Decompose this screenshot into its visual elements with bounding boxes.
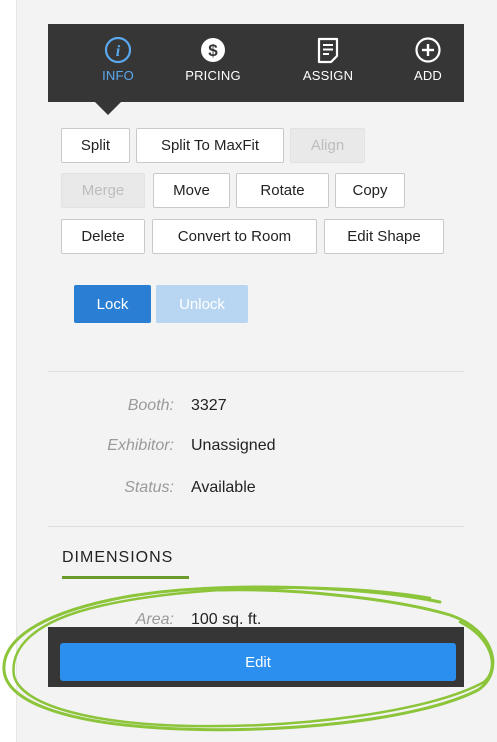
align-button[interactable]: Align bbox=[290, 128, 365, 163]
tab-label: ASSIGN bbox=[302, 68, 354, 83]
split-to-maxfit-button[interactable]: Split To MaxFit bbox=[136, 128, 284, 163]
booth-label: Booth: bbox=[127, 397, 174, 414]
status-value: Available bbox=[191, 479, 256, 496]
divider bbox=[48, 371, 464, 372]
active-tab-caret bbox=[95, 102, 121, 115]
dollar-icon: $ bbox=[199, 36, 227, 64]
tab-label: PRICING bbox=[185, 68, 241, 83]
booth-row: Booth: 3327 bbox=[60, 397, 440, 419]
copy-button[interactable]: Copy bbox=[335, 173, 405, 208]
exhibitor-row: Exhibitor: Unassigned bbox=[60, 437, 440, 459]
delete-button[interactable]: Delete bbox=[61, 219, 145, 254]
divider bbox=[48, 526, 464, 527]
edit-button[interactable]: Edit bbox=[60, 643, 456, 681]
convert-to-room-button[interactable]: Convert to Room bbox=[152, 219, 317, 254]
unlock-button[interactable]: Unlock bbox=[156, 285, 248, 323]
svg-text:i: i bbox=[116, 43, 121, 60]
tab-label: ADD bbox=[413, 68, 443, 83]
tab-bar: i INFO $ PRICING ASSIGN ADD bbox=[48, 24, 464, 102]
tab-add[interactable]: ADD bbox=[403, 24, 453, 102]
tab-pricing[interactable]: $ PRICING bbox=[173, 24, 253, 102]
rotate-button[interactable]: Rotate bbox=[236, 173, 329, 208]
tab-assign[interactable]: ASSIGN bbox=[293, 24, 363, 102]
info-icon: i bbox=[104, 36, 132, 64]
edit-shape-button[interactable]: Edit Shape bbox=[324, 219, 444, 254]
document-icon bbox=[316, 36, 340, 64]
status-row: Status: Available bbox=[60, 479, 440, 501]
booth-value: 3327 bbox=[191, 397, 227, 414]
footer-bar: Edit bbox=[48, 627, 464, 687]
split-button[interactable]: Split bbox=[61, 128, 130, 163]
tab-label: INFO bbox=[102, 68, 134, 83]
merge-button[interactable]: Merge bbox=[61, 173, 145, 208]
exhibitor-label: Exhibitor: bbox=[107, 437, 174, 454]
move-button[interactable]: Move bbox=[153, 173, 230, 208]
exhibitor-value: Unassigned bbox=[191, 437, 276, 454]
dimensions-heading: DIMENSIONS bbox=[62, 549, 174, 566]
tab-info[interactable]: i INFO bbox=[88, 24, 148, 102]
svg-text:$: $ bbox=[208, 41, 218, 60]
lock-button[interactable]: Lock bbox=[74, 285, 151, 323]
status-label: Status: bbox=[124, 479, 174, 496]
section-underline bbox=[62, 576, 189, 579]
plus-circle-icon bbox=[414, 36, 442, 64]
